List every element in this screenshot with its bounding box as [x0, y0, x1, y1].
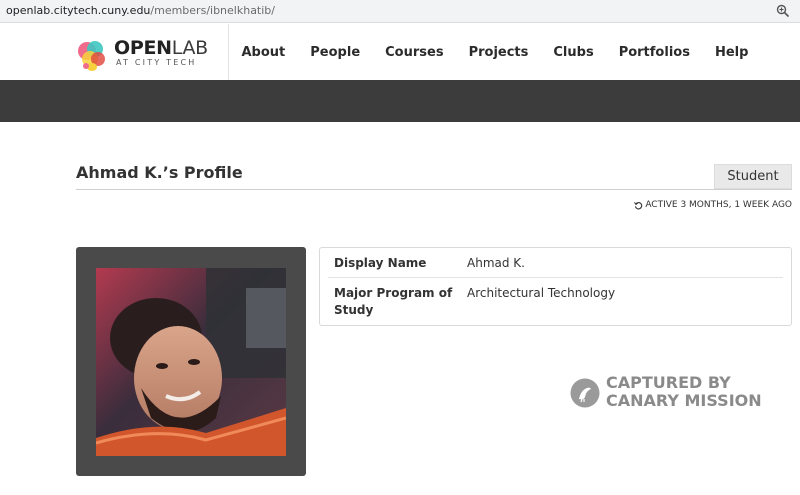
profile-fields-table: Display Name Ahmad K. Major Program of S…	[319, 247, 792, 326]
field-label: Display Name	[334, 256, 427, 270]
openlab-logo-mark-icon	[78, 41, 105, 71]
avatar-frame	[76, 247, 306, 476]
nav-about[interactable]: About	[229, 45, 298, 60]
canary-mission-watermark: CAPTURED BY CANARY MISSION	[570, 374, 780, 414]
last-active-text: ACTIVE 3 MONTHS, 1 WEEK AGO	[645, 200, 792, 210]
site-header: OPENLAB AT CITY TECH About People Course…	[0, 24, 800, 80]
title-divider	[76, 189, 792, 190]
field-value: Ahmad K.	[467, 256, 525, 270]
nav-help[interactable]: Help	[702, 45, 760, 60]
last-active-status: ACTIVE 3 MONTHS, 1 WEEK AGO	[634, 200, 792, 210]
avatar	[96, 268, 286, 456]
logo-wordmark: OPENLAB	[114, 37, 208, 59]
field-value: Architectural Technology	[467, 286, 616, 300]
main-nav: About People Courses Projects Clubs Port…	[229, 24, 761, 80]
watermark-text: CAPTURED BY CANARY MISSION	[606, 373, 762, 410]
nav-clubs[interactable]: Clubs	[541, 45, 606, 60]
table-row: Major Program of Study Architectural Tec…	[320, 278, 791, 326]
zoom-icon[interactable]	[776, 4, 790, 18]
nav-people[interactable]: People	[298, 45, 373, 60]
url-host: openlab.citytech.cuny.edu	[6, 4, 151, 17]
logo-subtitle: AT CITY TECH	[116, 58, 197, 67]
field-label: Major Program of Study	[334, 286, 453, 317]
url-path: /members/ibnelkhatib/	[150, 4, 275, 17]
refresh-icon	[634, 201, 643, 209]
openlab-logo[interactable]: OPENLAB AT CITY TECH	[76, 36, 216, 72]
table-row: Display Name Ahmad K.	[320, 248, 791, 278]
nav-portfolios[interactable]: Portfolios	[606, 45, 702, 60]
bird-icon	[570, 378, 600, 408]
nav-projects[interactable]: Projects	[456, 45, 541, 60]
header-band	[0, 80, 800, 122]
browser-address-bar[interactable]: openlab.citytech.cuny.edu/members/ibnelk…	[0, 0, 800, 23]
member-type-badge: Student	[714, 164, 792, 189]
nav-courses[interactable]: Courses	[373, 45, 456, 60]
page-title: Ahmad K.’s Profile	[76, 163, 243, 182]
url-text[interactable]: openlab.citytech.cuny.edu/members/ibnelk…	[6, 4, 275, 17]
